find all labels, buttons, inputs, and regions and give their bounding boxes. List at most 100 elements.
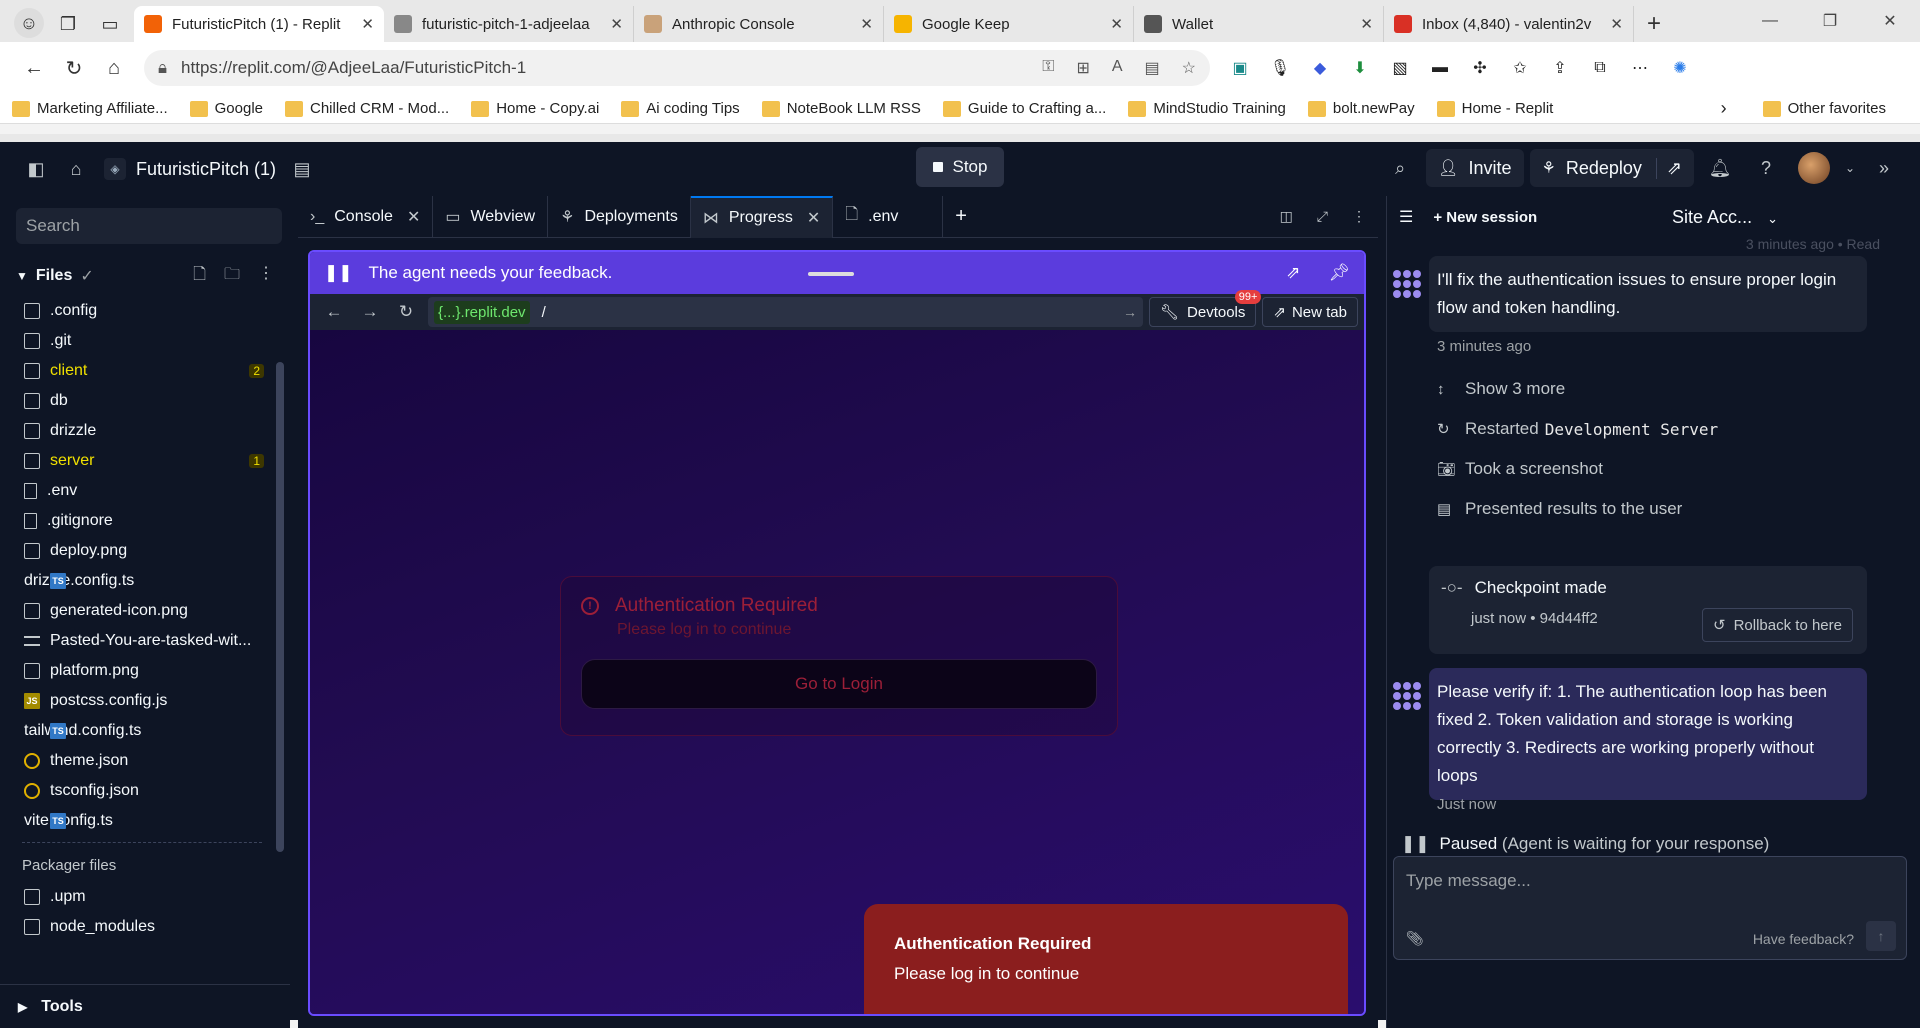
new-session-button[interactable]: + New session [1433, 209, 1537, 226]
close-tab-icon[interactable]: ✕ [407, 207, 420, 227]
close-tab-icon[interactable]: ✕ [1360, 15, 1373, 33]
file-tree-item[interactable]: .git [24, 326, 264, 356]
chevron-down-icon[interactable]: ▼ [16, 269, 28, 283]
tab-env[interactable]: 🗋︎ .env [833, 195, 944, 238]
close-tab-icon[interactable]: ✕ [807, 208, 820, 228]
download-green-icon[interactable]: ⬇ [1340, 50, 1380, 86]
bookmarks-overflow-icon[interactable]: › [1721, 98, 1727, 119]
share-icon[interactable]: ⇪ [1540, 50, 1580, 86]
new-folder-icon[interactable]: 🗀︎ [224, 263, 240, 290]
file-tree-item[interactable]: server 1 [24, 446, 264, 476]
tab-webview[interactable]: ▭ Webview [433, 195, 549, 238]
file-tree-item[interactable]: Pasted-You-are-tasked-wit... [24, 626, 264, 656]
show-more-button[interactable]: ↕ Show 3 more [1437, 379, 1565, 399]
file-tree-item[interactable]: .upm [24, 882, 264, 912]
add-tab-button[interactable]: + [943, 196, 979, 238]
apps-icon[interactable]: ⊞ [1076, 58, 1089, 78]
file-tree-item[interactable]: tsconfig.json [24, 776, 264, 806]
url-field[interactable]: 🔒︎ https://replit.com/@AdjeeLaa/Futurist… [144, 50, 1210, 86]
tools-section[interactable]: ▶ Tools [0, 984, 290, 1028]
new-file-icon[interactable]: 🗋︎ [193, 263, 206, 290]
bookmark-item[interactable]: Home - Replit [1436, 100, 1553, 117]
extension-dark-icon[interactable]: ▬ [1420, 50, 1460, 86]
file-tree-item[interactable]: theme.json [24, 746, 264, 776]
bookmark-item[interactable]: Marketing Affiliate... [12, 100, 168, 117]
webview-forward-icon[interactable]: → [352, 302, 388, 322]
site-access-dropdown[interactable]: Site Acc... ⌄ [1672, 207, 1778, 228]
split-view-icon[interactable]: ◫ [1280, 208, 1293, 225]
file-tree-item[interactable]: JS postcss.config.js [24, 686, 264, 716]
bookmark-item[interactable]: Chilled CRM - Mod... [285, 100, 449, 117]
tab-actions-icon[interactable]: ▭ [92, 6, 128, 42]
close-tab-icon[interactable]: ✕ [1610, 15, 1623, 33]
site-info-icon[interactable]: 🔒︎ [158, 58, 167, 78]
files-header[interactable]: ▼ Files ✓ 🗋︎ 🗀︎ ⋮ [0, 256, 290, 296]
microphone-icon[interactable]: 🎙︎ [1260, 50, 1300, 86]
files-search-input[interactable]: Search [16, 208, 282, 244]
bookmark-item[interactable]: Home - Copy.ai [471, 100, 599, 117]
file-tree-item[interactable]: .config [24, 296, 264, 326]
file-tree-item[interactable]: TS vite.config.ts [24, 806, 264, 836]
open-external-icon[interactable]: ⇗ [1655, 157, 1682, 179]
collapse-chat-icon[interactable]: » [1864, 150, 1904, 186]
browser-tab[interactable]: futuristic-pitch-1-adjeelaa ✕ [384, 6, 634, 42]
file-tree-item[interactable]: node_modules [24, 912, 264, 942]
new-tab-button[interactable]: ⇗ New tab [1262, 297, 1358, 327]
help-icon[interactable]: ? [1746, 150, 1786, 186]
redeploy-button[interactable]: ⚘ Redeploy ⇗ [1529, 149, 1694, 187]
pane-more-icon[interactable]: ⋮ [1352, 208, 1366, 225]
bookmark-item[interactable]: NoteBook LLM RSS [761, 100, 921, 117]
file-tree-item[interactable]: TS drizzle.config.ts [24, 566, 264, 596]
close-tab-icon[interactable]: ✕ [610, 15, 623, 33]
project-name[interactable]: ◈ FuturisticPitch (1) ▤ [104, 151, 322, 187]
file-tree-item[interactable]: client 2 [24, 356, 264, 386]
maximize-icon[interactable]: ⤢ [1317, 208, 1328, 225]
file-tree-item[interactable]: platform.png [24, 656, 264, 686]
webview-url-field[interactable]: {...}.replit.dev / → [428, 297, 1143, 327]
project-info-icon[interactable]: ▤ [282, 151, 322, 187]
minimize-icon[interactable]: — [1740, 0, 1800, 42]
new-tab-button[interactable]: + [1634, 6, 1674, 42]
home-icon[interactable]: ⌂ [94, 50, 134, 86]
file-tree-item[interactable]: drizzle [24, 416, 264, 446]
notifications-bell-icon[interactable]: 🔔︎ [1700, 150, 1740, 186]
send-icon[interactable]: ↑ [1866, 921, 1896, 951]
chevron-down-icon[interactable]: ⌄ [1842, 150, 1858, 186]
bookmark-item[interactable]: Google [189, 100, 263, 117]
message-input[interactable]: Type message... 📎︎ Have feedback? ↑ [1393, 856, 1907, 960]
files-more-icon[interactable]: ⋮ [258, 263, 274, 290]
home-icon[interactable]: ⌂ [56, 151, 96, 187]
copilot-icon[interactable]: ✺ [1660, 50, 1700, 86]
back-icon[interactable]: ← [14, 50, 54, 86]
go-arrow-icon[interactable]: → [1123, 304, 1137, 320]
close-tab-icon[interactable]: ✕ [1110, 15, 1123, 33]
go-to-login-button[interactable]: Go to Login [581, 659, 1097, 709]
devtools-button[interactable]: 🔧︎ Devtools 99+ [1148, 290, 1262, 327]
extension-grey-icon[interactable]: ▧ [1380, 50, 1420, 86]
reader-view-icon[interactable]: ▤ [1145, 58, 1160, 78]
favorite-star-icon[interactable]: ☆ [1182, 58, 1196, 78]
file-tree-item[interactable]: TS tailwind.config.ts [24, 716, 264, 746]
sidebar-toggle-icon[interactable]: ◧ [16, 151, 56, 187]
scrollbar-thumb[interactable] [276, 362, 284, 852]
browser-tab[interactable]: Inbox (4,840) - valentin2v ✕ [1384, 6, 1634, 42]
tab-console[interactable]: ›_ Console ✕ [298, 195, 434, 238]
files-scrollbar[interactable] [276, 346, 286, 916]
file-tree-item[interactable]: db [24, 386, 264, 416]
webview-back-icon[interactable]: ← [316, 302, 352, 322]
browser-tab[interactable]: Wallet ✕ [1134, 6, 1384, 42]
stop-button[interactable]: Stop [916, 147, 1004, 187]
bookmark-item[interactable]: Ai coding Tips [621, 100, 740, 117]
bookmark-item[interactable]: Guide to Crafting a... [942, 100, 1106, 117]
other-favorites[interactable]: Other favorites [1762, 100, 1886, 117]
list-icon[interactable]: ☰ [1399, 207, 1413, 227]
favorites-icon[interactable]: ✩ [1500, 50, 1540, 86]
file-tree-item[interactable]: .env [24, 476, 264, 506]
invite-button[interactable]: 👤︎ Invite [1426, 149, 1524, 187]
password-key-icon[interactable]: ⚿ [1042, 58, 1054, 78]
browser-tab[interactable]: Google Keep ✕ [884, 6, 1134, 42]
restore-icon[interactable]: ❐ [1800, 0, 1860, 42]
rollback-button[interactable]: ↺ Rollback to here [1702, 608, 1853, 642]
read-aloud-icon[interactable]: A [1112, 58, 1123, 78]
more-menu-icon[interactable]: ⋯ [1620, 50, 1660, 86]
